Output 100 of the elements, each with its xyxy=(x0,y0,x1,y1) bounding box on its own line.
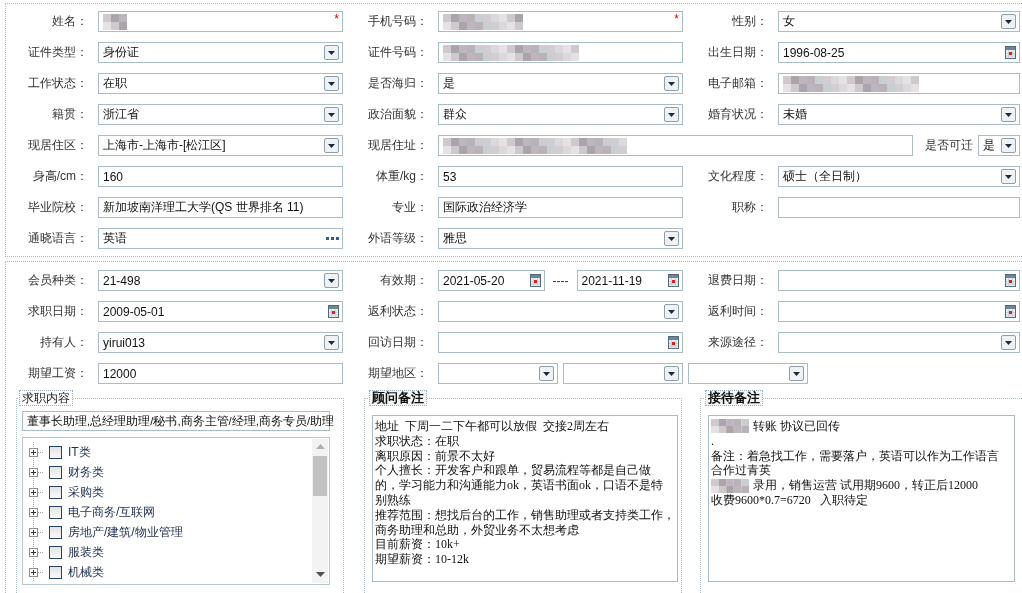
text-field[interactable]: 国际政治经济学 xyxy=(438,197,683,218)
dropdown-field[interactable]: 21-498 xyxy=(98,270,343,291)
calendar-icon[interactable] xyxy=(1005,46,1016,59)
calendar-icon[interactable] xyxy=(529,274,541,287)
tree-item[interactable]: 采购类 xyxy=(68,483,104,501)
expand-icon[interactable] xyxy=(29,487,38,497)
text-field[interactable] xyxy=(438,135,913,156)
dropdown-field[interactable] xyxy=(438,363,558,384)
date-field[interactable] xyxy=(778,301,1020,322)
field-label: 证件号码： xyxy=(367,44,428,61)
dropdown-field[interactable]: 硕士（全日制） xyxy=(778,166,1020,187)
expand-icon[interactable] xyxy=(29,467,38,477)
dropdown-field[interactable]: 女 xyxy=(778,11,1020,32)
text-field[interactable] xyxy=(438,42,683,63)
calendar-icon[interactable] xyxy=(668,336,679,349)
text-field[interactable]: 新加坡南洋理工大学(QS 世界排名 11) xyxy=(98,197,343,218)
checkbox[interactable] xyxy=(49,505,62,519)
dropdown-field[interactable]: yirui013 xyxy=(98,332,343,353)
dropdown-field[interactable]: 身份证 xyxy=(98,42,343,63)
tree-item[interactable]: 财务类 xyxy=(68,463,104,481)
dropdown-field[interactable] xyxy=(438,301,683,322)
dropdown-field[interactable] xyxy=(688,363,808,384)
dropdown-field[interactable]: 群众 xyxy=(438,104,683,125)
tree-item[interactable]: 服装类 xyxy=(68,543,104,561)
scroll-down-icon[interactable] xyxy=(315,572,325,577)
expand-icon[interactable] xyxy=(29,547,38,557)
scrollbar-thumb[interactable] xyxy=(313,456,327,496)
date-field[interactable]: 2009-05-01 xyxy=(98,301,343,322)
text-field[interactable]: * xyxy=(98,11,343,32)
tree-item[interactable]: 机械类 xyxy=(68,563,104,581)
dropdown-field[interactable]: 是 xyxy=(978,135,1020,156)
text-field[interactable]: * xyxy=(438,11,683,32)
note-line: 目前薪资：10k+ xyxy=(375,537,460,553)
text-field[interactable] xyxy=(778,197,1020,218)
tree-item[interactable]: IT类 xyxy=(68,443,91,461)
text-field[interactable]: 160 xyxy=(98,166,343,187)
note-line: 录用，销售运营 试用期9600，转正后12000 xyxy=(753,478,978,493)
dropdown-field[interactable] xyxy=(778,332,1020,353)
dropdown-field[interactable]: 未婚 xyxy=(778,104,1020,125)
dropdown-field[interactable]: 雅思 xyxy=(438,228,683,249)
date-field[interactable]: 2021-05-20 xyxy=(438,270,545,291)
field-label: 退费日期： xyxy=(707,272,768,289)
checkbox[interactable] xyxy=(49,525,62,539)
text-field[interactable]: 12000 xyxy=(98,363,343,384)
text-field[interactable]: 53 xyxy=(438,166,683,187)
date-field[interactable]: 2021-11-19 xyxy=(576,270,683,291)
field-label: 外语等级： xyxy=(367,230,428,247)
notes-textarea[interactable]: 地址 下周一二下午都可以放假 交接2周左右 求职状态：在职 离职原因：前景不太好 个人擅长：开发客户和跟单，贸易流程等都是自己做 的，学习能力和沟通能力ok，英语书面ok，口语不是特 别熟练 推荐范围：想找后台的工作，销售助理或者支持类工作， 商务助理和总助，外贸业务不太想考虑 目前薪资：10k+ 期望薪资：10-12k xyxy=(372,415,678,582)
dropdown-field[interactable]: 是 xyxy=(438,73,683,94)
note-line: 别熟练 xyxy=(375,493,411,508)
checkbox[interactable] xyxy=(49,445,62,459)
dropdown-field[interactable]: 在职 xyxy=(98,73,343,94)
field-label: 持有人： xyxy=(39,334,88,351)
dropdown-field[interactable]: 浙江省 xyxy=(98,104,343,125)
checkbox[interactable] xyxy=(49,565,62,579)
ellipsis-icon[interactable] xyxy=(326,237,339,240)
notes-textarea[interactable]: 转账 协议已回传 . 备注：着急找工作，需要落户，英语可以作为工作语言 合作过青英 录用，销售运营 试用期9600，转正后12000 收费9600*0.7=6720 入职待定 xyxy=(708,415,1015,582)
tree-item[interactable]: 电子商务/互联网 xyxy=(68,503,156,521)
date-field[interactable] xyxy=(438,332,683,353)
note-line: 个人擅长：开发客户和跟单，贸易流程等都是自己做 xyxy=(375,463,651,479)
checkbox[interactable] xyxy=(49,545,62,559)
text-field[interactable] xyxy=(778,73,1020,94)
panel-title: 接待备注 xyxy=(705,390,763,406)
calendar-icon[interactable] xyxy=(668,274,679,287)
field-label: 是否海归： xyxy=(367,75,428,92)
date-field[interactable]: 1996-08-25 xyxy=(778,42,1020,63)
note-line: 备注：着急找工作，需要落户，英语可以作为工作语言 xyxy=(711,448,999,464)
note-line: 合作过青英 xyxy=(711,463,771,479)
note-line: 的，学习能力和沟通能力ok，英语书面ok，口语不是特 xyxy=(375,478,663,493)
lookup-field[interactable]: 英语 xyxy=(98,228,343,249)
expand-icon[interactable] xyxy=(29,527,38,537)
field-label: 返利时间： xyxy=(707,303,768,320)
note-line: 期望薪资：10-12k xyxy=(375,552,469,567)
note-line: 求职状态：在职 xyxy=(375,433,459,449)
field-label: 有效期： xyxy=(379,272,428,289)
calendar-icon[interactable] xyxy=(1005,274,1016,287)
dropdown-field[interactable]: 上海市-上海市-[松江区] xyxy=(98,135,343,156)
field-label: 求职日期： xyxy=(27,303,88,320)
checkbox[interactable] xyxy=(49,465,62,479)
expand-icon[interactable] xyxy=(29,447,38,457)
blurred-patch xyxy=(103,13,127,30)
note-line: 收费9600*0.7=6720 入职待定 xyxy=(711,493,868,508)
note-line: 推荐范围：想找后台的工作，销售助理或者支持类工作， xyxy=(375,507,675,523)
expand-icon[interactable] xyxy=(29,567,38,577)
expand-icon[interactable] xyxy=(29,507,38,517)
calendar-icon[interactable] xyxy=(1005,305,1016,318)
dropdown-field[interactable] xyxy=(563,363,683,384)
date-field[interactable] xyxy=(778,270,1020,291)
tree-item[interactable]: 房地产/建筑/物业管理 xyxy=(68,523,183,541)
checkbox[interactable] xyxy=(49,485,62,499)
calendar-icon[interactable] xyxy=(328,305,339,318)
field-label: 回访日期： xyxy=(367,334,428,351)
scrollbar[interactable] xyxy=(312,439,328,583)
note-line: 离职原因：前景不太好 xyxy=(375,448,495,464)
field-label: 手机号码： xyxy=(367,13,428,30)
panel-title: 顾问备注 xyxy=(369,390,427,406)
field-label: 性别： xyxy=(731,13,768,30)
required-mark: * xyxy=(674,13,679,25)
blurred-patch xyxy=(711,419,749,434)
field-label: 现居住址： xyxy=(367,137,428,154)
